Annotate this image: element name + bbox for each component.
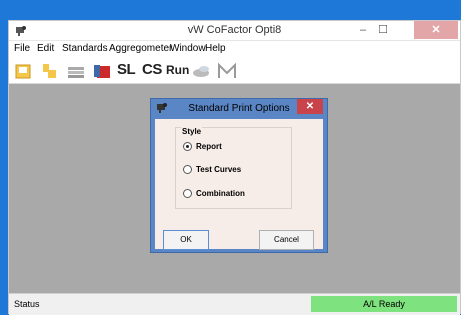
run-button[interactable]: Run: [166, 63, 189, 77]
stack-icon[interactable]: [66, 62, 86, 80]
record-book-icon[interactable]: [92, 62, 112, 80]
radio-selected-dot: [186, 145, 189, 148]
dialog-body: Style Report Test Curves Combination OK …: [155, 119, 323, 250]
dialog-title-bar[interactable]: Standard Print Options ✕: [151, 99, 327, 117]
menu-aggregometer[interactable]: Aggregometer: [109, 43, 172, 54]
radio-button[interactable]: [183, 189, 192, 198]
disk-icon[interactable]: [191, 62, 211, 80]
menu-bar: File Edit Standards Aggregometer Window …: [9, 41, 460, 58]
status-text: Status: [14, 299, 40, 309]
style-groupbox: Style Report Test Curves Combination: [175, 127, 292, 209]
style-group-label: Style: [181, 127, 203, 136]
cancel-button[interactable]: Cancel: [259, 230, 314, 250]
radio-label[interactable]: Test Curves: [196, 165, 241, 174]
dialog-close-button[interactable]: ✕: [297, 99, 323, 114]
radio-label[interactable]: Report: [196, 142, 222, 151]
radio-label[interactable]: Combination: [196, 189, 245, 198]
ok-button[interactable]: OK: [163, 230, 209, 250]
menu-standards[interactable]: Standards: [62, 43, 108, 54]
open-folder-icon[interactable]: [14, 62, 34, 80]
app-window: vW CoFactor Opti8 – ☐ ✕ File Edit Standa…: [8, 20, 461, 315]
new-file-icon[interactable]: [40, 62, 60, 80]
menu-help[interactable]: Help: [205, 43, 226, 54]
m-icon[interactable]: [217, 62, 237, 80]
title-bar[interactable]: vW CoFactor Opti8 – ☐ ✕: [9, 21, 460, 41]
toolbar: SL CS Run: [9, 58, 460, 84]
radio-button[interactable]: [183, 165, 192, 174]
status-bar: Status A/L Ready: [9, 293, 460, 315]
maximize-button[interactable]: ☐: [372, 21, 394, 39]
menu-window[interactable]: Window: [170, 43, 206, 54]
menu-file[interactable]: File: [14, 43, 30, 54]
print-options-dialog: Standard Print Options ✕ Style Report Te…: [150, 98, 328, 253]
radio-button[interactable]: [183, 142, 192, 151]
minimize-button[interactable]: –: [352, 21, 374, 39]
cs-button[interactable]: CS: [142, 61, 162, 78]
close-button[interactable]: ✕: [414, 21, 458, 39]
menu-edit[interactable]: Edit: [37, 43, 54, 54]
status-ready-indicator: A/L Ready: [311, 296, 457, 312]
sl-button[interactable]: SL: [117, 61, 136, 78]
